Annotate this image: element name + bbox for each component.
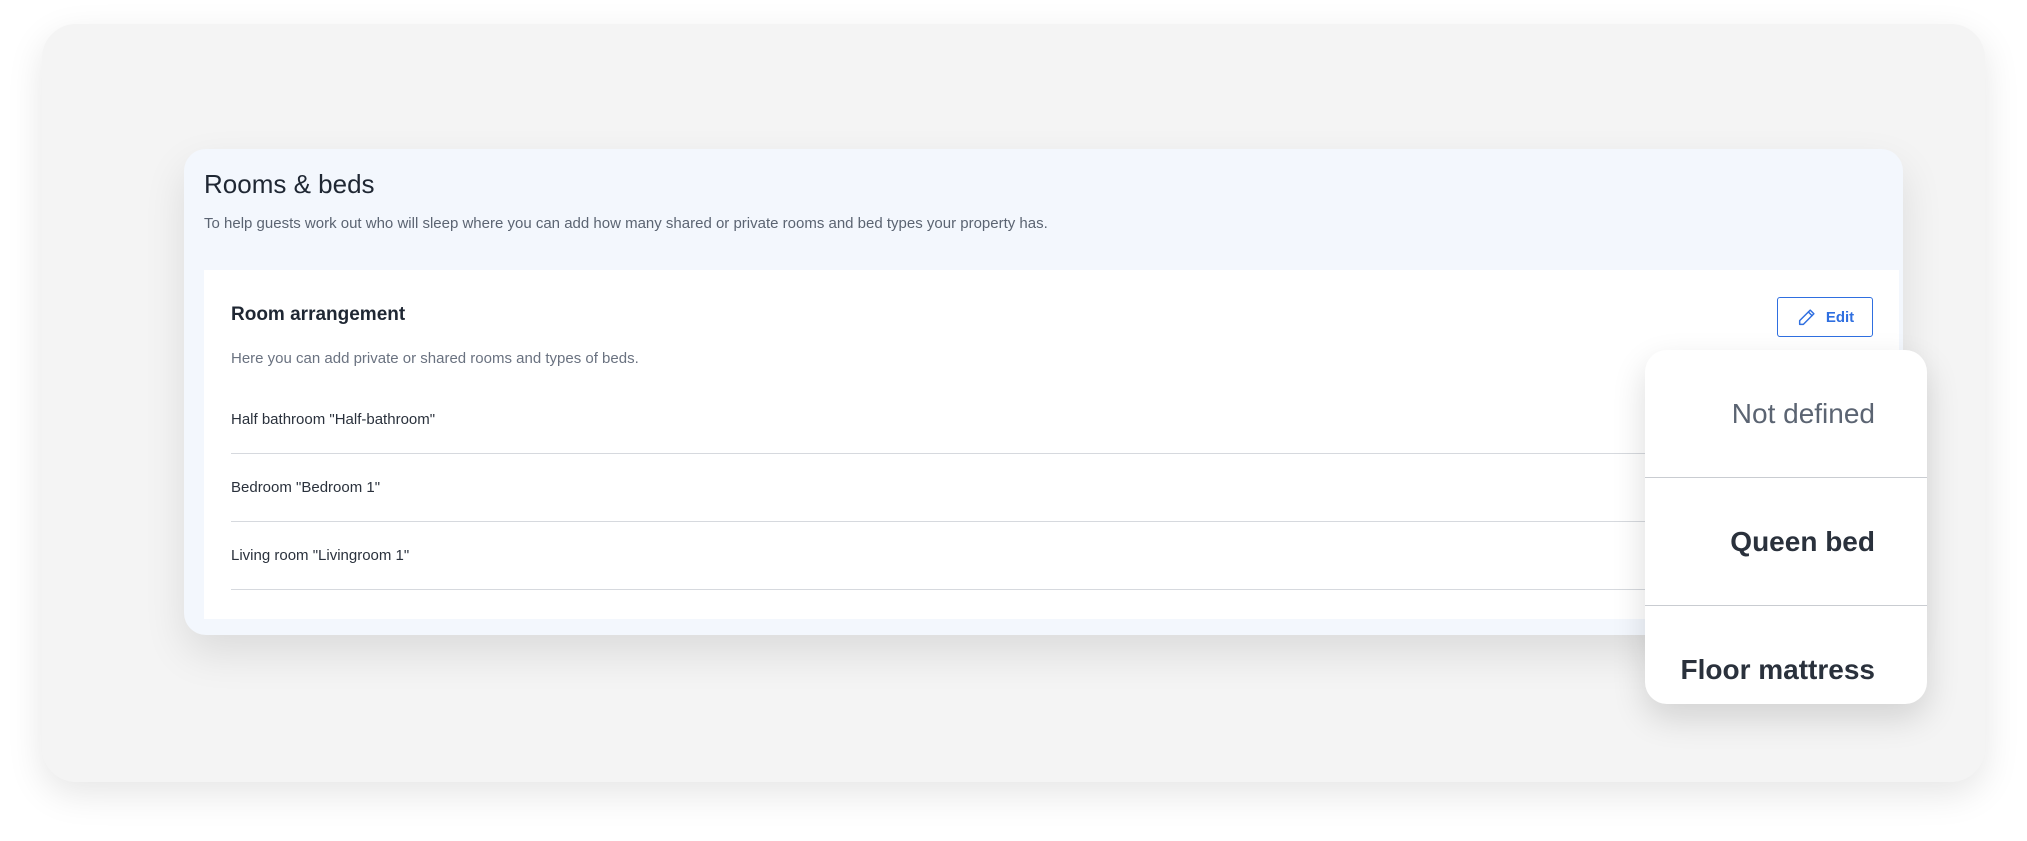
room-item-label: Living room "Livingroom 1": [231, 547, 410, 564]
room-item-bedroom[interactable]: Bedroom "Bedroom 1": [231, 454, 1831, 522]
bed-option-label: Not defined: [1731, 397, 1875, 429]
room-item-living-room[interactable]: Living room "Livingroom 1": [231, 522, 1831, 590]
room-item-label: Half bathroom "Half-bathroom": [231, 411, 436, 428]
edit-button-label: Edit: [1825, 308, 1855, 326]
bed-option-label: Queen bed: [1730, 525, 1875, 557]
page-description: To help guests work out who will sleep w…: [204, 215, 1048, 232]
room-item-label: Bedroom "Bedroom 1": [231, 479, 381, 496]
room-item-half-bathroom[interactable]: Half bathroom "Half-bathroom": [231, 386, 1831, 454]
room-arrangement-title: Room arrangement: [231, 304, 406, 325]
bed-option-floor-mattress[interactable]: Floor mattress: [1645, 606, 1927, 704]
bed-option-queen-bed[interactable]: Queen bed: [1645, 478, 1927, 606]
page-title: Rooms & beds: [204, 169, 375, 199]
room-list: Half bathroom "Half-bathroom" Bedroom "B…: [231, 386, 1831, 590]
bed-option-label: Floor mattress: [1680, 654, 1876, 685]
bed-type-dropdown: Not defined Queen bed Floor mattress: [1645, 350, 1927, 704]
edit-button[interactable]: Edit: [1777, 297, 1873, 337]
stage-background: Rooms & beds To help guests work out who…: [42, 24, 1985, 782]
room-arrangement-description: Here you can add private or shared rooms…: [231, 350, 639, 367]
bed-option-not-defined[interactable]: Not defined: [1645, 350, 1927, 478]
pencil-icon: [1796, 306, 1818, 328]
